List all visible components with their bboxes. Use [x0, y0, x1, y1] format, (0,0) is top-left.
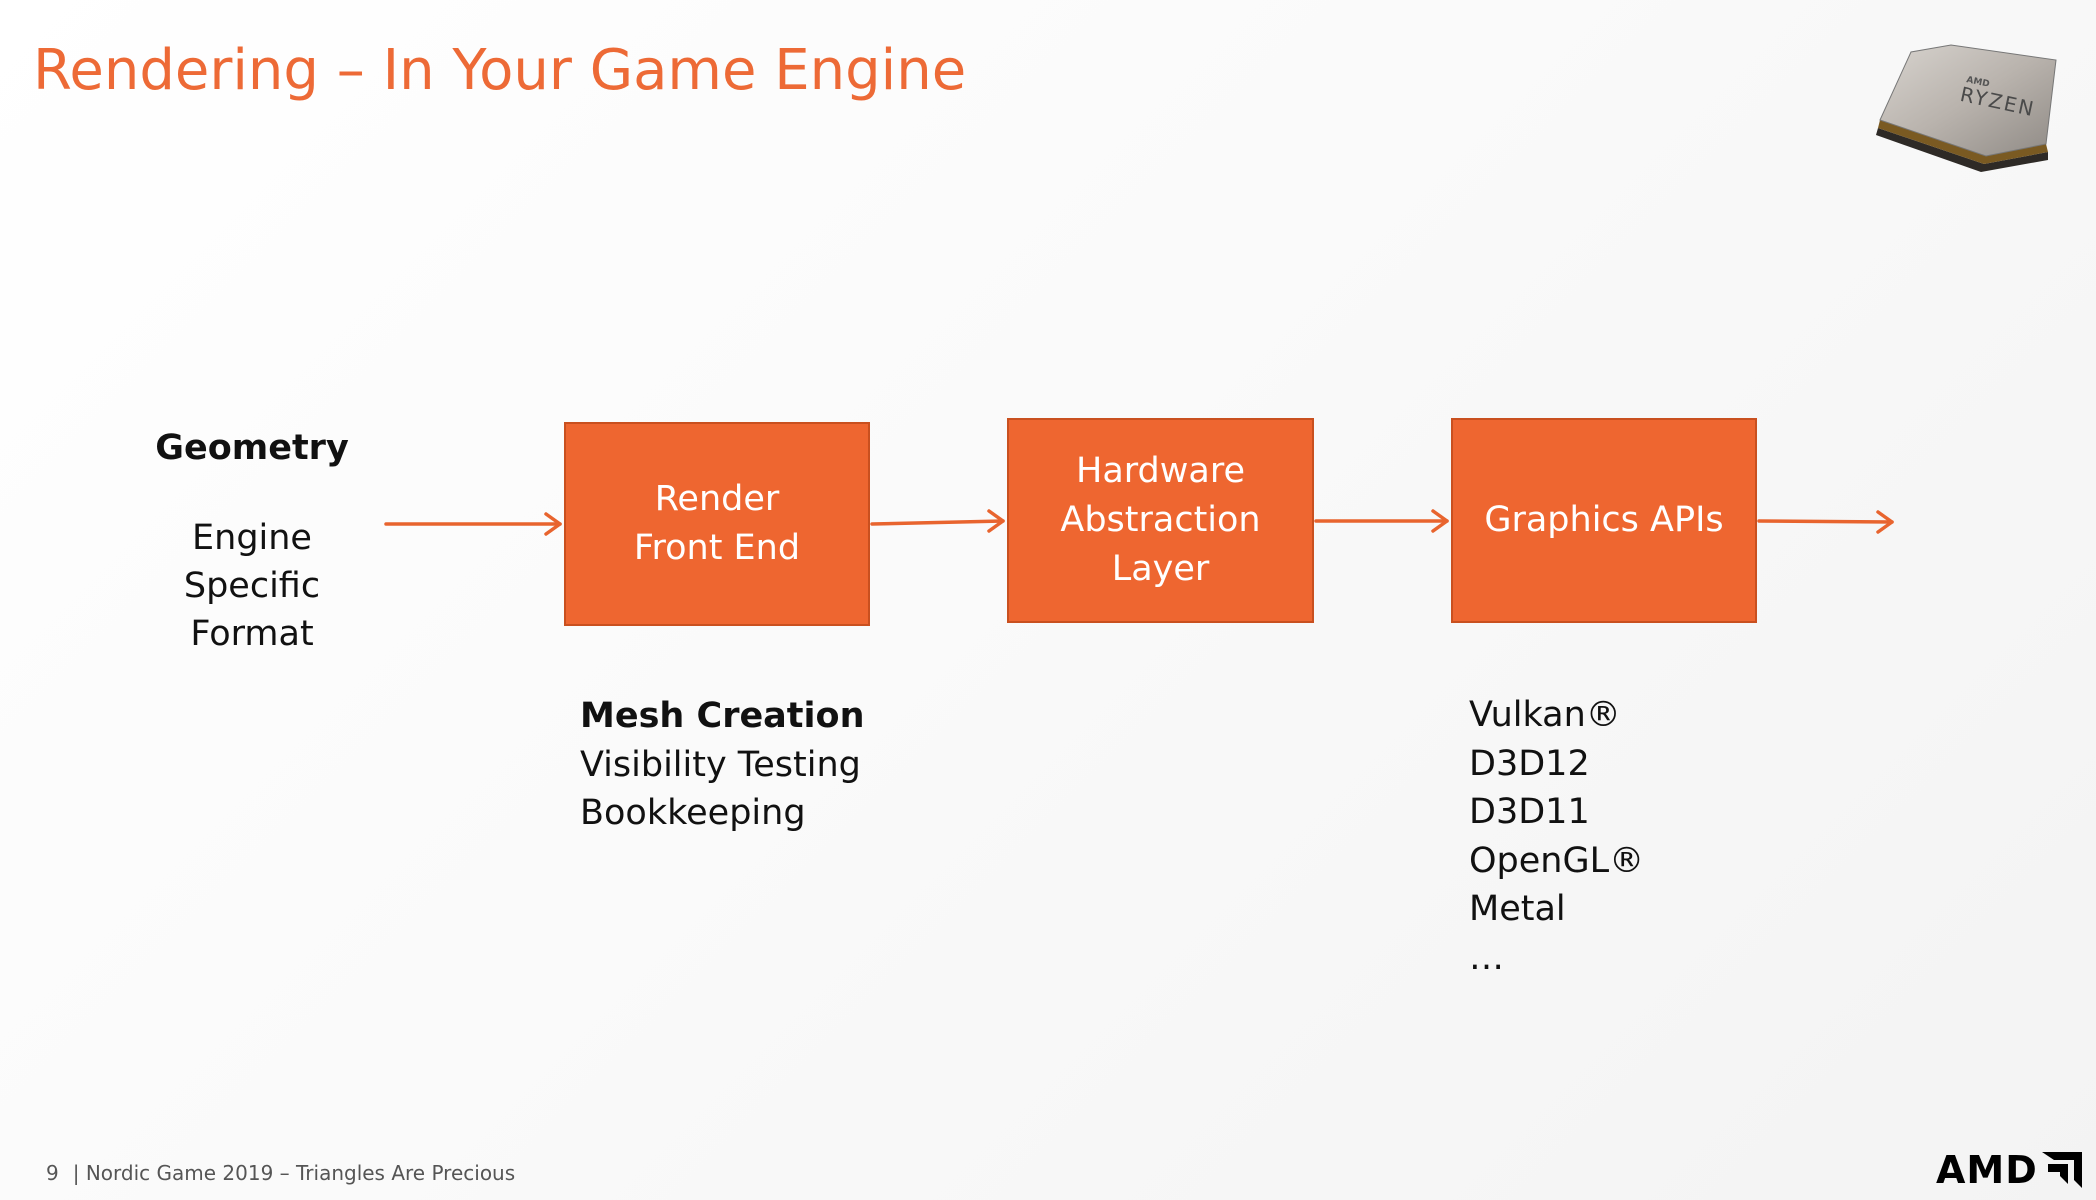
box-label: Layer [1111, 549, 1210, 589]
render-front-end-box: Render Front End [564, 422, 870, 626]
list-item: … [1469, 937, 1504, 978]
box-label: Hardware [1076, 451, 1245, 491]
arrow-geometry-to-render [384, 512, 562, 536]
geometry-format-text: Engine Specific Format [152, 514, 352, 658]
slide-footer: 9 | Nordic Game 2019 – Triangles Are Prec… [46, 1161, 515, 1185]
geometry-line: Format [190, 614, 314, 654]
geometry-line: Specific [183, 566, 321, 606]
box-label: Graphics APIs [1484, 500, 1724, 540]
list-item: D3D12 [1469, 743, 1590, 784]
graphics-apis-box: Graphics APIs [1451, 418, 1757, 623]
front-end-task-list: Mesh Creation Visibility Testing Bookkee… [580, 692, 865, 838]
ryzen-chip-image: AMD RYZEN [1876, 44, 2057, 172]
list-item: Bookkeeping [580, 793, 806, 833]
hardware-abstraction-layer-box: Hardware Abstraction Layer [1007, 418, 1314, 623]
amd-logo: AMD [1936, 1148, 2082, 1192]
arrow-render-to-hal [870, 509, 1005, 533]
list-item: Vulkan® [1469, 695, 1621, 735]
arrow-apis-out [1757, 510, 1894, 534]
list-item: Metal [1469, 889, 1566, 929]
amd-logo-text: AMD [1936, 1148, 2038, 1192]
geometry-line: Engine [192, 518, 312, 558]
page-number: 9 [46, 1161, 59, 1185]
slide: Rendering – In Your Game Engine AMD RYZE… [0, 0, 2096, 1200]
list-heading: Mesh Creation [580, 696, 865, 736]
arrow-hal-to-apis [1314, 509, 1449, 533]
amd-arrow-icon [2041, 1152, 2082, 1188]
footer-text: | Nordic Game 2019 – Triangles Are Preci… [72, 1161, 516, 1185]
graphics-api-list: Vulkan® D3D12 D3D11 OpenGL® Metal … [1469, 691, 1644, 982]
list-item: D3D11 [1469, 792, 1590, 832]
box-label: Front End [633, 528, 801, 568]
list-item: Visibility Testing [580, 744, 861, 785]
box-label: Abstraction [1060, 500, 1261, 540]
slide-title: Rendering – In Your Game Engine [33, 38, 967, 103]
geometry-source: Geometry Engine Specific Format [152, 428, 352, 658]
list-item: OpenGL® [1469, 840, 1645, 881]
geometry-heading: Geometry [155, 428, 349, 468]
box-label: Render [654, 479, 780, 519]
